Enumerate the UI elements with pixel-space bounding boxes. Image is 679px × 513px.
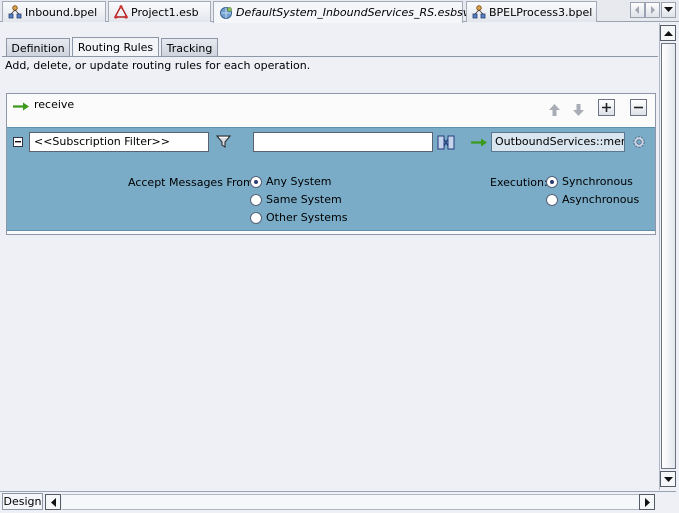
move-down-button[interactable] [570,102,586,118]
tab-tracking[interactable]: Tracking [161,38,218,57]
tab-routing-rules[interactable]: Routing Rules [72,37,159,57]
scroll-down-button[interactable] [660,471,676,487]
scroll-left-button[interactable] [45,494,61,510]
scroll-up-button[interactable] [660,25,676,41]
gear-icon [633,136,645,148]
editor-tab-project1-esb[interactable]: Project1.esb [108,1,211,22]
arrow-up-icon [548,104,560,116]
page-description: Add, delete, or update routing rules for… [5,59,311,72]
editor-tab-label: DefaultSystem_InboundServices_RS.esbsvc [236,6,476,19]
radio-indicator [250,211,262,224]
radio-label: Same System [266,193,342,206]
editor-tab-label: Inbound.bpel [25,5,98,19]
accept-messages-label: Accept Messages From: [128,176,258,189]
editor-tab-inbound-bpel[interactable]: Inbound.bpel [2,1,106,22]
radio-indicator [250,193,262,206]
chevron-left-icon [635,6,639,14]
radio-selected-indicator [546,175,558,188]
tab-label: Tracking [166,41,213,55]
arrow-down-icon [572,104,584,116]
radio-other-systems[interactable]: Other Systems [250,211,347,224]
collapse-rule-toggle[interactable] [13,137,23,147]
radio-label: Other Systems [266,211,348,224]
add-rule-button[interactable] [598,99,615,116]
scroll-tabs-left-button[interactable] [630,2,645,18]
transformation-map-icon [437,135,455,149]
routing-service-icon [220,6,232,19]
horizontal-scroll-track[interactable] [62,494,639,510]
radio-selected-indicator [250,175,262,188]
tab-label: Design [3,495,42,508]
scroll-right-button[interactable] [639,494,655,510]
routing-editor: Definition Routing Rules Tracking Add, d… [1,23,659,490]
operation-header: receive [7,94,655,126]
triangle-up-icon [663,30,673,36]
filter-icon [215,135,231,148]
plus-icon [602,103,611,112]
vertical-scroll-thumb[interactable] [661,43,676,469]
tab-label: Routing Rules [77,41,154,54]
radio-label: Synchronous [562,175,633,188]
transformation-field[interactable] [253,132,433,152]
scroll-tabs-right-button[interactable] [645,2,660,18]
minus-icon [15,141,21,143]
chevron-down-icon [664,7,673,12]
delete-rule-button[interactable] [630,99,647,116]
minus-icon [634,106,643,109]
editor-tab-bpelprocess3[interactable]: BPELProcess3.bpel [466,1,597,22]
triangle-left-icon [50,497,56,507]
editor-tab-label: BPELProcess3.bpel [489,5,593,19]
target-service-field[interactable]: OutboundServices::merge [491,132,625,152]
bottom-bar: Design [0,491,676,511]
operation-arrow-icon [13,102,29,111]
tab-divider [2,56,658,57]
operation-name: receive [34,98,75,111]
subscription-filter-field[interactable]: <<Subscription Filter>> [29,132,209,152]
bpel-process-icon [472,5,486,19]
edit-transformation-button[interactable] [437,134,455,150]
radio-synchronous[interactable]: Synchronous [546,175,633,188]
route-target-arrow-icon [471,138,487,147]
radio-label: Any System [266,175,332,188]
routing-rule: <<Subscription Filter>> OutboundServices… [7,127,655,231]
tab-definition[interactable]: Definition [6,38,70,57]
execution-label: Execution: [490,176,548,189]
move-up-button[interactable] [546,102,562,118]
radio-indicator [546,193,558,206]
editor-tab-label: Project1.esb [131,5,199,19]
edit-filter-button[interactable] [215,133,231,149]
target-settings-button[interactable] [631,134,647,150]
radio-asynchronous[interactable]: Asynchronous [546,193,639,206]
tab-label: Definition [11,41,65,55]
triangle-right-icon [644,497,650,507]
tab-design[interactable]: Design [2,493,43,510]
radio-label: Asynchronous [562,193,640,206]
bpel-process-icon [8,5,22,19]
radio-any-system[interactable]: Any System [250,175,332,188]
triangle-down-icon [663,476,673,482]
editor-tab-routing-service[interactable]: DefaultSystem_InboundServices_RS.esbsvc [213,1,475,23]
operation-panel: receive <<Subscription Filter>> Outbound… [6,93,656,235]
tab-list-dropdown-button[interactable] [661,2,676,18]
esb-project-icon [114,5,128,19]
radio-same-system[interactable]: Same System [250,193,342,206]
vertical-scrollbar[interactable] [659,23,676,490]
chevron-right-icon [651,6,655,14]
editor-tab-bar: Inbound.bpel Project1.esb DefaultSystem_… [0,0,679,23]
